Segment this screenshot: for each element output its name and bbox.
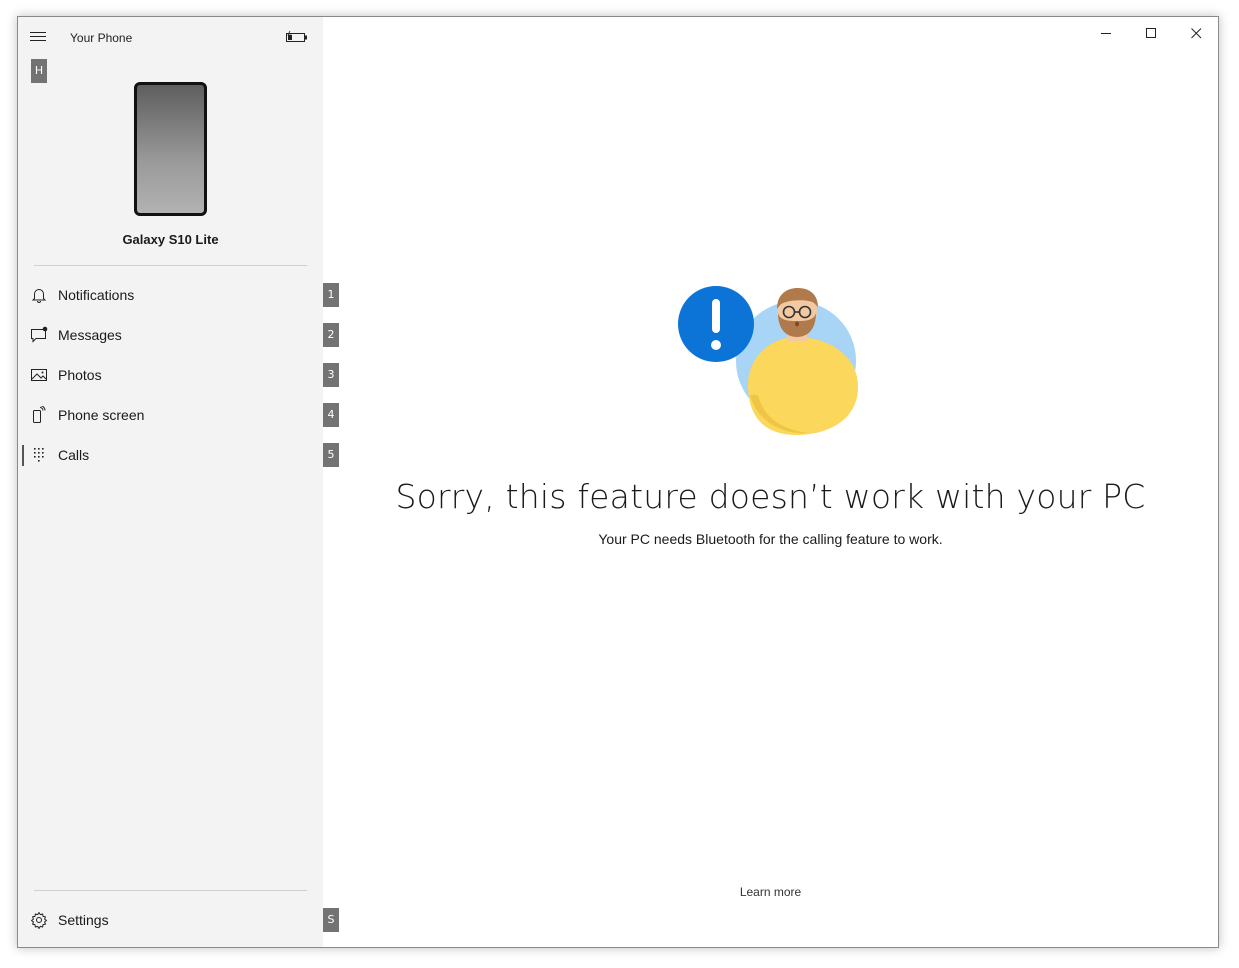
sidebar-item-label: Settings [58, 912, 109, 928]
sidebar-item-messages[interactable]: Messages [18, 316, 323, 354]
key-badge-messages: 2 [323, 323, 339, 347]
dialpad-icon [34, 448, 44, 462]
hamburger-menu-icon[interactable] [30, 29, 50, 47]
key-badge-phone-screen: 4 [323, 403, 339, 427]
sidebar-divider-bottom [34, 890, 307, 891]
key-badge-settings: S [323, 908, 339, 932]
photo-icon [31, 369, 47, 381]
sidebar: Your Phone H Galaxy S10 Lite Notificatio… [18, 17, 323, 947]
gear-icon [31, 912, 47, 929]
sidebar-item-photos[interactable]: Photos [18, 356, 323, 394]
sidebar-item-label: Calls [58, 447, 90, 463]
app-window: Your Phone H Galaxy S10 Lite Notificatio… [17, 16, 1219, 948]
key-badge-calls: 5 [323, 443, 339, 467]
sidebar-item-label: Phone screen [58, 407, 145, 423]
sidebar-item-calls[interactable]: Calls [18, 436, 323, 474]
close-icon [1191, 28, 1202, 39]
learn-more-link[interactable]: Learn more [323, 885, 1218, 899]
key-badge-photos: 3 [323, 363, 339, 387]
error-headline: Sorry, this feature doesn’t work with yo… [395, 477, 1146, 516]
battery-icon [286, 31, 307, 42]
sidebar-item-label: Messages [58, 327, 122, 343]
phone-screen-icon [33, 406, 46, 423]
minimize-button[interactable] [1083, 17, 1129, 49]
minimize-icon [1101, 33, 1111, 34]
error-illustration [678, 286, 858, 435]
maximize-button[interactable] [1128, 17, 1174, 49]
key-badge-header: H [31, 59, 47, 83]
active-indicator [22, 445, 24, 466]
error-message: Your PC needs Bluetooth for the calling … [598, 531, 943, 547]
sidebar-item-phone-screen[interactable]: Phone screen [18, 396, 323, 434]
phone-image [134, 82, 207, 216]
bell-icon [31, 289, 47, 303]
sidebar-divider-top [34, 265, 307, 266]
key-badge-notifications: 1 [323, 283, 339, 307]
sidebar-item-notifications[interactable]: Notifications [18, 276, 323, 314]
sidebar-item-settings[interactable]: Settings [18, 901, 323, 939]
sidebar-item-label: Photos [58, 367, 102, 383]
app-title: Your Phone [70, 31, 133, 45]
message-icon [31, 326, 48, 343]
sidebar-item-label: Notifications [58, 287, 135, 303]
maximize-icon [1146, 28, 1156, 38]
close-button[interactable] [1173, 17, 1218, 49]
device-name: Galaxy S10 Lite [122, 232, 219, 247]
